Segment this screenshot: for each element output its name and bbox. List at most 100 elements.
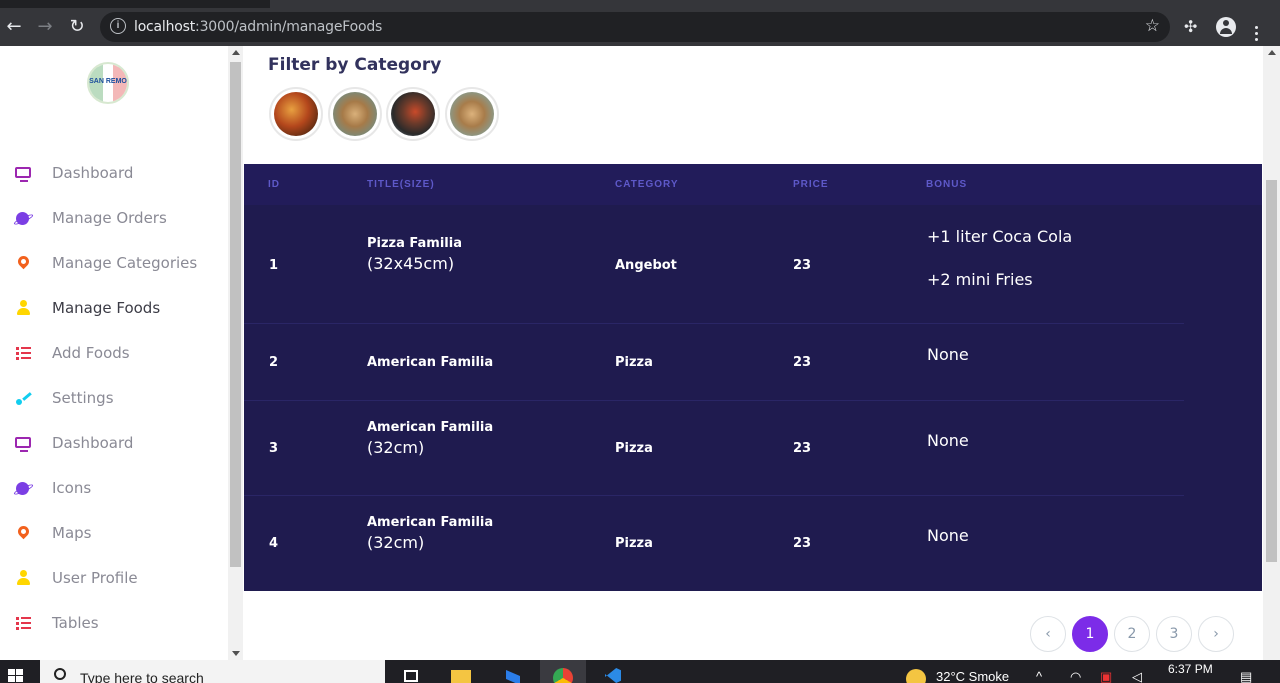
table-row[interactable]: 2 American Familia Pizza 23 None <box>244 324 1262 400</box>
forward-icon[interactable]: → <box>35 17 55 37</box>
windows-start-icon[interactable] <box>8 669 24 683</box>
table-row[interactable]: 4 American Familia (32cm) Pizza 23 None <box>244 496 1262 591</box>
sidebar-item-label: Dashboard <box>52 164 134 182</box>
row-category: Angebot <box>615 258 677 273</box>
category-filter-1[interactable] <box>269 87 323 141</box>
table-row[interactable]: 1 Pizza Familia (32x45cm) Angebot 23 +1 … <box>244 205 1262 323</box>
header-bonus[interactable]: BONUS <box>926 179 967 190</box>
scroll-up-icon[interactable] <box>1268 50 1276 55</box>
page-scrollbar[interactable] <box>1263 46 1280 660</box>
menu-kebab-icon[interactable] <box>1255 26 1259 44</box>
pagination-page-1[interactable]: 1 <box>1072 616 1108 652</box>
food-image <box>391 92 435 136</box>
sidebar-item-dashboard[interactable]: Dashboard <box>0 155 228 191</box>
sidebar-item-manage-foods[interactable]: Manage Foods <box>0 290 228 326</box>
table-row[interactable]: 3 American Familia (32cm) Pizza 23 None <box>244 401 1262 495</box>
sidebar-item-label: Manage Orders <box>52 209 167 227</box>
pagination-prev[interactable]: ‹ <box>1030 616 1066 652</box>
os-taskbar: Type here to search 32°C Smoke ^ ◠ ▣ ◁ 6… <box>0 660 1280 683</box>
wifi-icon[interactable]: ◠ <box>1070 669 1081 683</box>
pagination-page-2[interactable]: 2 <box>1114 616 1150 652</box>
url-text[interactable]: localhost:3000/admin/manageFoods <box>134 19 382 35</box>
food-size: (32cm) <box>367 533 425 552</box>
pagination-page-3[interactable]: 3 <box>1156 616 1192 652</box>
row-category: Pizza <box>615 355 653 370</box>
category-filter-4[interactable] <box>445 87 499 141</box>
file-explorer-icon[interactable] <box>438 660 484 683</box>
taskbar-search[interactable]: Type here to search <box>40 660 385 683</box>
sidebar-item-icons[interactable]: Icons <box>0 470 228 506</box>
monitor-icon <box>15 167 31 182</box>
foods-table: ID TITLE(SIZE) CATEGORY PRICE BONUS 1 Pi… <box>244 164 1262 591</box>
url-path: :3000/admin/manageFoods <box>195 19 383 35</box>
row-id: 3 <box>269 441 279 456</box>
sidebar-item-label: Dashboard <box>52 434 134 452</box>
sidebar-item-label: Maps <box>52 524 92 542</box>
category-filter-2[interactable] <box>328 87 382 141</box>
row-title: American Familia (32cm) <box>367 515 493 552</box>
sidebar-item-label: Settings <box>52 389 114 407</box>
notifications-icon[interactable]: ▤ <box>1240 669 1252 683</box>
row-bonus: +1 liter Coca Cola +2 mini Fries <box>927 227 1072 289</box>
sidebar-item-settings[interactable]: Settings <box>0 380 228 416</box>
header-title[interactable]: TITLE(SIZE) <box>367 179 435 190</box>
scroll-up-icon[interactable] <box>232 50 240 55</box>
tray-chevron-icon[interactable]: ^ <box>1036 669 1042 683</box>
chrome-icon[interactable] <box>540 660 586 683</box>
list-icon <box>16 617 31 630</box>
planet-icon <box>16 482 29 495</box>
extensions-icon[interactable]: ✣ <box>1184 17 1197 36</box>
browser-toolbar: ← → ↻ i localhost:3000/admin/manageFoods… <box>0 8 1280 46</box>
sidebar-item-manage-orders[interactable]: Manage Orders <box>0 200 228 236</box>
category-filter-3[interactable] <box>386 87 440 141</box>
task-view-icon[interactable] <box>388 660 434 683</box>
clock[interactable]: 6:37 PM <box>1168 662 1213 676</box>
row-price: 23 <box>793 536 812 551</box>
header-price[interactable]: PRICE <box>793 179 829 190</box>
battery-icon[interactable]: ▣ <box>1100 669 1112 683</box>
info-icon[interactable]: i <box>110 18 126 34</box>
sidebar-item-dashboard-2[interactable]: Dashboard <box>0 425 228 461</box>
row-id: 4 <box>269 536 279 551</box>
vscode-icon[interactable] <box>590 660 636 683</box>
sidebar-item-label: Tables <box>52 614 99 632</box>
app-icon[interactable] <box>490 660 536 683</box>
pagination-next[interactable]: › <box>1198 616 1234 652</box>
sidebar-item-tables[interactable]: Tables <box>0 605 228 641</box>
list-icon <box>16 347 31 360</box>
food-size: (32x45cm) <box>367 254 455 273</box>
row-title: American Familia <box>367 355 493 370</box>
row-bonus: None <box>927 345 969 364</box>
brand-logo[interactable]: SAN REMO <box>87 62 129 104</box>
row-category: Pizza <box>615 441 653 456</box>
row-title: Pizza Familia (32x45cm) <box>367 236 462 273</box>
bonus-item: +1 liter Coca Cola <box>927 227 1073 246</box>
main-content: Filter by Category ID TITLE(SIZE) CATEGO… <box>243 46 1263 660</box>
sidebar-item-maps[interactable]: Maps <box>0 515 228 551</box>
sidebar-item-label: Manage Foods <box>52 299 161 317</box>
address-bar[interactable]: i localhost:3000/admin/manageFoods ☆ <box>100 12 1170 42</box>
sidebar-item-add-foods[interactable]: Add Foods <box>0 335 228 371</box>
header-category[interactable]: CATEGORY <box>615 179 679 190</box>
back-icon[interactable]: ← <box>4 17 24 37</box>
sidebar-scroll-thumb[interactable] <box>230 62 241 567</box>
reload-icon[interactable]: ↻ <box>67 17 87 37</box>
bookmark-star-icon[interactable]: ☆ <box>1145 16 1160 36</box>
volume-icon[interactable]: ◁ <box>1132 669 1142 683</box>
row-id: 2 <box>269 355 279 370</box>
row-price: 23 <box>793 355 812 370</box>
header-id[interactable]: ID <box>268 179 280 190</box>
sidebar-item-manage-categories[interactable]: Manage Categories <box>0 245 228 281</box>
weather-icon[interactable] <box>906 669 926 683</box>
sidebar-item-user-profile[interactable]: User Profile <box>0 560 228 596</box>
page-scroll-thumb[interactable] <box>1266 180 1277 562</box>
bonus-item: +2 mini Fries <box>927 270 1033 289</box>
sidebar-scrollbar[interactable] <box>228 46 243 660</box>
filter-title: Filter by Category <box>268 55 442 75</box>
scroll-down-icon[interactable] <box>232 651 240 656</box>
profile-avatar-icon[interactable] <box>1216 17 1236 37</box>
sidebar-item-label: User Profile <box>52 569 138 587</box>
row-bonus: None <box>927 526 969 545</box>
active-tab[interactable] <box>270 0 1280 8</box>
weather-text[interactable]: 32°C Smoke <box>936 669 1009 683</box>
